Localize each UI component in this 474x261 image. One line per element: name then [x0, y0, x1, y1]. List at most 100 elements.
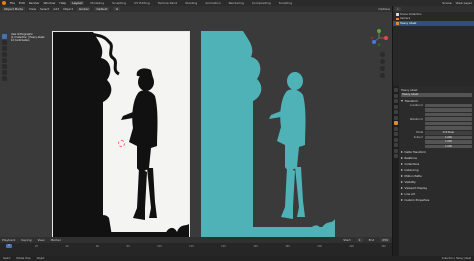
end-frame-field[interactable]: 250 [380, 238, 390, 242]
scale-x-field[interactable]: 1.000 [425, 135, 472, 140]
menu-edit[interactable]: Edit [19, 1, 25, 5]
workspace-tab-sculpting[interactable]: Sculpting [110, 1, 128, 5]
ortho-toggle-icon[interactable] [380, 73, 385, 78]
collections-section[interactable]: Collections [401, 162, 472, 167]
timeline-ruler[interactable]: 0 20 40 60 80 100 120 140 160 180 200 22… [0, 245, 392, 249]
scene-selector[interactable]: Scene [442, 1, 451, 5]
pan-icon[interactable] [380, 59, 385, 64]
options-menu[interactable]: Options [378, 7, 390, 11]
select-box-dropdown[interactable]: ⇲ [113, 7, 120, 11]
section-title: Custom Properties [404, 198, 430, 203]
field-label: Scale X [413, 135, 423, 139]
timeline-menu-view[interactable]: View [37, 238, 44, 242]
world-tab-icon[interactable] [394, 115, 398, 120]
transform-tool-icon[interactable] [2, 64, 7, 69]
delta-transform-section[interactable]: Delta Transform [401, 150, 472, 155]
outliner-row-heavy-abset[interactable]: Heavy Abset [393, 21, 474, 26]
menu-file[interactable]: File [10, 1, 15, 5]
view-layer-selector[interactable]: View Layer [456, 1, 472, 5]
tool-tab-icon[interactable] [394, 88, 398, 92]
view-menu[interactable]: View [29, 7, 36, 11]
workspace-tab-rendering[interactable]: Rendering [227, 1, 246, 5]
viewport-display-section[interactable]: Viewport Display [401, 186, 472, 191]
workspace-tab-texture-paint[interactable]: Texture Paint [156, 1, 179, 5]
workspace-tab-scripting[interactable]: Scripting [277, 1, 294, 5]
section-title: Line Art [404, 192, 415, 197]
view-layer-tab-icon[interactable] [394, 104, 398, 109]
mode-dropdown[interactable]: Object Mode [2, 7, 25, 11]
zoom-icon[interactable] [380, 52, 385, 57]
workspace-tab-modeling[interactable]: Modeling [88, 1, 106, 5]
timeline-menu-playback[interactable]: Playback [2, 238, 15, 242]
scene-tab-icon[interactable] [394, 110, 398, 114]
silhouette-mesh-object[interactable] [201, 31, 335, 237]
viewport-nav-buttons [380, 52, 385, 78]
timeline-header: Playback Keying View Marker Start 1 End … [0, 237, 392, 243]
field-label: Mode [416, 131, 423, 135]
location-y-field[interactable] [425, 108, 472, 112]
scale-y-field[interactable]: 1.000 [425, 140, 472, 144]
scale-z-field[interactable]: 1.000 [425, 144, 472, 149]
menu-render[interactable]: Render [29, 1, 40, 5]
camera-view-icon[interactable] [380, 66, 385, 71]
location-z-field[interactable] [425, 112, 472, 117]
timeline-menu-keying[interactable]: Keying [21, 238, 31, 242]
measure-tool-icon[interactable] [2, 76, 7, 81]
render-tab-icon[interactable] [394, 93, 398, 98]
instancing-section[interactable]: Instancing [401, 168, 472, 173]
visibility-section[interactable]: Visibility [401, 180, 472, 185]
physics-tab-icon[interactable] [394, 137, 398, 142]
section-title: Visibility [404, 180, 416, 185]
select-tool-icon[interactable] [2, 34, 7, 39]
relations-section[interactable]: Relations [401, 156, 472, 161]
menu-help[interactable]: Help [59, 1, 66, 5]
workspace-tab-uv-editing[interactable]: UV Editing [132, 1, 152, 5]
3d-cursor-icon[interactable] [118, 140, 125, 147]
start-frame-field[interactable]: 1 [356, 238, 363, 242]
properties-editor: Heavy Abset Heavy Abset Transform Locati… [392, 86, 474, 256]
location-x-field[interactable] [425, 103, 472, 108]
outliner-filter-icon[interactable]: ⌕ [395, 7, 401, 11]
workspace-tab-animation[interactable]: Animation [203, 1, 222, 5]
rotation-mode-dropdown[interactable]: XYZ Euler [425, 131, 472, 135]
snap-dropdown[interactable]: Default [94, 7, 110, 11]
status-bar: Select Rotate View Object Collection | H… [0, 256, 474, 261]
3d-viewport[interactable]: User Orthographic (1) Collection | Heavy… [0, 12, 392, 237]
object-name-field[interactable]: Heavy Abset [401, 93, 472, 97]
custom-properties-section[interactable]: Custom Properties [401, 198, 472, 203]
move-tool-icon[interactable] [2, 46, 7, 51]
timeline-menu-marker[interactable]: Marker [51, 238, 61, 242]
line-art-section[interactable]: Line Art [401, 192, 472, 197]
cursor-tool-icon[interactable] [2, 40, 7, 45]
workspace-tab-compositing[interactable]: Compositing [250, 1, 273, 5]
camera-icon [396, 17, 399, 20]
add-menu[interactable]: Add [53, 7, 59, 11]
ruler-tick: 60 [96, 245, 100, 248]
particles-tab-icon[interactable] [394, 132, 398, 136]
select-menu[interactable]: Select [40, 7, 49, 11]
material-tab-icon[interactable] [394, 154, 398, 158]
workspace-tab-layout[interactable]: Layout [70, 1, 85, 5]
rotation-z-field[interactable] [425, 126, 472, 131]
navigation-gizmo-icon[interactable] [368, 27, 390, 49]
blender-logo-icon[interactable] [2, 1, 6, 5]
annotate-tool-icon[interactable] [2, 70, 7, 75]
motion-paths-section[interactable]: Motion Paths [401, 174, 472, 179]
section-title: Relations [404, 156, 417, 161]
workspace-tab-shading[interactable]: Shading [183, 1, 199, 5]
output-tab-icon[interactable] [394, 99, 398, 103]
menu-window[interactable]: Window [44, 1, 56, 5]
rotate-tool-icon[interactable] [2, 52, 7, 57]
object-tab-icon[interactable] [394, 121, 398, 125]
rotation-y-field[interactable] [425, 121, 472, 126]
reference-image-plane[interactable] [52, 31, 190, 237]
scale-tool-icon[interactable] [2, 58, 7, 63]
constraints-tab-icon[interactable] [394, 143, 398, 147]
current-frame-playhead[interactable]: 1 [6, 244, 12, 248]
object-menu[interactable]: Object [63, 7, 73, 11]
data-tab-icon[interactable] [394, 148, 398, 153]
rotation-x-field[interactable] [425, 117, 472, 121]
transform-orientation-dropdown[interactable]: Global [76, 7, 91, 11]
ruler-tick: 20 [35, 245, 39, 248]
modifier-tab-icon[interactable] [394, 126, 398, 131]
